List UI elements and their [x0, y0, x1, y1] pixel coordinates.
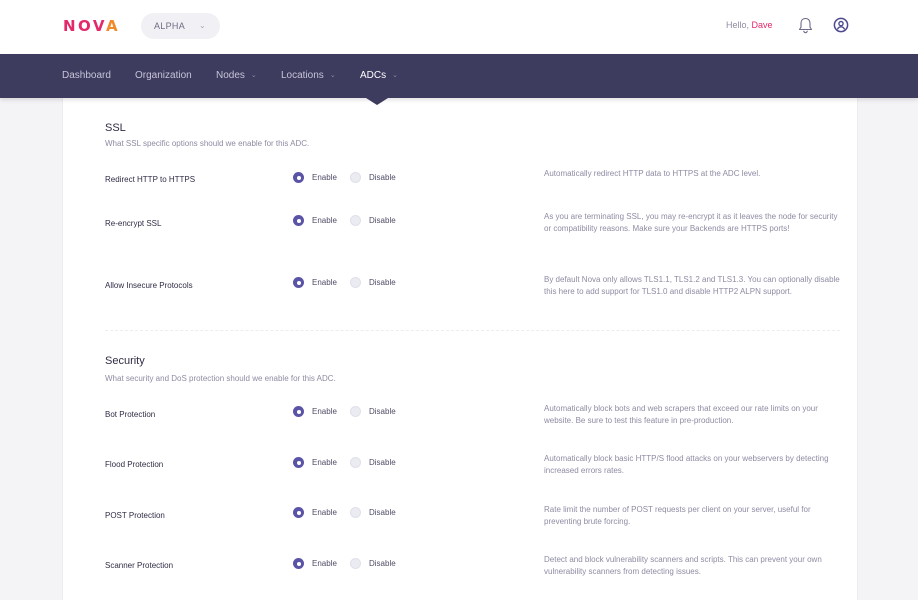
reencrypt-ssl-enable-radio[interactable] — [293, 215, 304, 226]
chevron-down-icon: ⌄ — [250, 72, 257, 79]
bell-icon[interactable] — [798, 17, 813, 34]
flood-protection-disable-radio[interactable] — [350, 457, 361, 468]
redirect-https-disable-radio[interactable] — [350, 172, 361, 183]
flood-protection-label: Flood Protection — [105, 460, 164, 469]
nav-item-label: Locations — [281, 70, 324, 81]
insecure-protocols-enable-radio[interactable] — [293, 277, 304, 288]
user-name: Dave — [751, 20, 773, 30]
insecure-protocols-disable-radio[interactable] — [350, 277, 361, 288]
disable-label: Disable — [369, 508, 396, 517]
greeting-text: Hello, — [726, 20, 750, 30]
enable-label: Enable — [312, 278, 337, 287]
bot-protection-enable-radio[interactable] — [293, 406, 304, 417]
redirect-https-enable-radio[interactable] — [293, 172, 304, 183]
nav-item-label: ADCs — [360, 70, 387, 81]
post-protection-enable-radio[interactable] — [293, 507, 304, 518]
enable-label: Enable — [312, 173, 337, 182]
chevron-down-icon: ⌄ — [198, 21, 206, 30]
redirect-https-help: Automatically redirect HTTP data to HTTP… — [544, 169, 761, 178]
enable-label: Enable — [312, 458, 337, 467]
security-section-title: Security — [105, 355, 145, 367]
disable-label: Disable — [369, 173, 396, 182]
ssl-section-description: What SSL specific options should we enab… — [105, 139, 310, 148]
scanner-protection-help: Detect and block vulnerability scanners … — [544, 555, 822, 576]
enable-label: Enable — [312, 559, 337, 568]
enable-label: Enable — [312, 407, 337, 416]
flood-protection-help: Automatically block basic HTTP/S flood a… — [544, 454, 829, 475]
nav-item-label: Dashboard — [62, 70, 111, 81]
main-navigation: Dashboard Organization Nodes ⌄ Locations ⌄… — [0, 54, 918, 98]
nav-item-label: Nodes — [216, 70, 245, 81]
bot-protection-disable-radio[interactable] — [350, 406, 361, 417]
flood-protection-enable-radio[interactable] — [293, 457, 304, 468]
section-divider — [105, 330, 840, 331]
bot-protection-help: Automatically block bots and web scraper… — [544, 404, 818, 425]
reencrypt-ssl-help: As you are terminating SSL, you may re-e… — [544, 212, 838, 233]
disable-label: Disable — [369, 559, 396, 568]
nav-item-label: Organization — [135, 70, 192, 81]
redirect-https-label: Redirect HTTP to HTTPS — [105, 175, 196, 184]
enable-label: Enable — [312, 508, 337, 517]
scanner-protection-enable-radio[interactable] — [293, 558, 304, 569]
nav-item-adcs[interactable]: ADCs ⌄ — [360, 70, 398, 81]
user-circle-icon[interactable] — [833, 17, 849, 33]
environment-select[interactable]: ALPHA ⌄ — [141, 13, 220, 39]
ssl-section-title: SSL — [105, 122, 126, 134]
post-protection-help: Rate limit the number of POST requests p… — [544, 505, 811, 526]
insecure-protocols-label: Allow Insecure Protocols — [105, 281, 193, 290]
bot-protection-label: Bot Protection — [105, 410, 156, 419]
nav-item-nodes[interactable]: Nodes ⌄ — [216, 70, 257, 81]
logo-text: NOV — [63, 17, 106, 35]
security-section-description: What security and DoS protection should … — [105, 374, 336, 383]
scanner-protection-label: Scanner Protection — [105, 561, 174, 570]
nav-item-dashboard[interactable]: Dashboard — [62, 70, 111, 81]
user-greeting: Hello, Dave — [726, 20, 773, 30]
chevron-down-icon: ⌄ — [392, 72, 398, 79]
active-nav-pointer — [366, 98, 388, 105]
enable-label: Enable — [312, 216, 337, 225]
disable-label: Disable — [369, 458, 396, 467]
disable-label: Disable — [369, 407, 396, 416]
post-protection-label: POST Protection — [105, 511, 165, 520]
logo-accent: A — [106, 17, 121, 35]
environment-value: ALPHA — [154, 21, 186, 31]
chevron-down-icon: ⌄ — [329, 72, 336, 79]
nova-logo[interactable]: NOVA — [63, 17, 120, 35]
scanner-protection-disable-radio[interactable] — [350, 558, 361, 569]
nav-item-locations[interactable]: Locations ⌄ — [281, 70, 336, 81]
disable-label: Disable — [369, 278, 396, 287]
post-protection-disable-radio[interactable] — [350, 507, 361, 518]
reencrypt-ssl-label: Re-encrypt SSL — [105, 219, 162, 228]
nav-item-organization[interactable]: Organization — [135, 70, 192, 81]
reencrypt-ssl-disable-radio[interactable] — [350, 215, 361, 226]
top-header: NOVA ALPHA ⌄ Hello, Dave — [0, 0, 918, 54]
disable-label: Disable — [369, 216, 396, 225]
insecure-protocols-help: By default Nova only allows TLS1.1, TLS1… — [544, 275, 840, 296]
